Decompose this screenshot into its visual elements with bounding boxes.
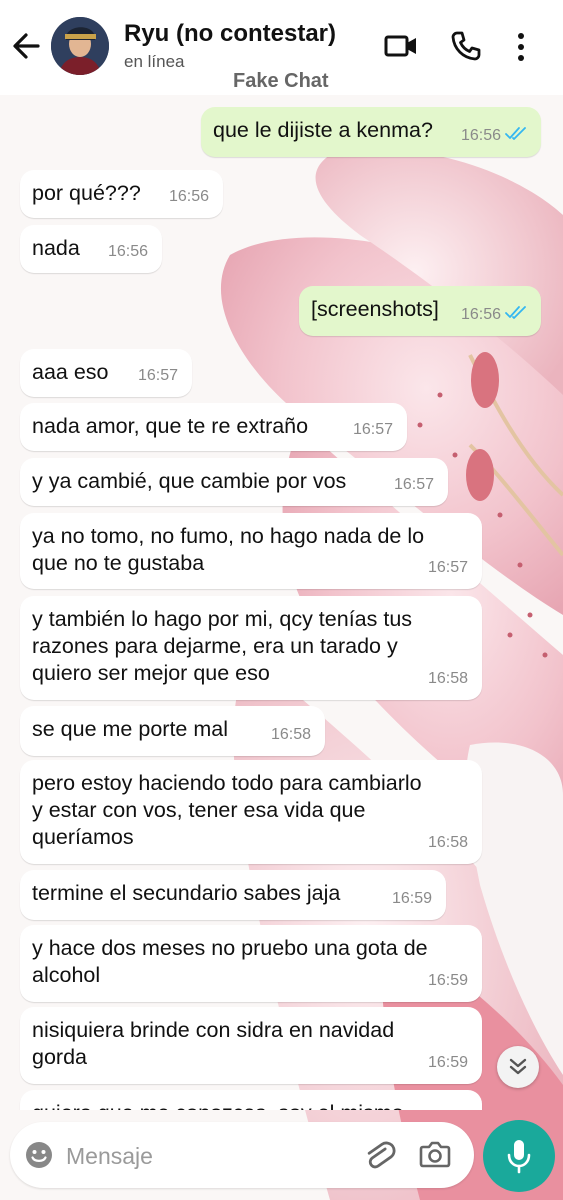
message-time: 16:57 bbox=[393, 476, 434, 493]
message-time: 16:57 bbox=[137, 367, 178, 384]
incoming-message[interactable]: aaa eso 16:57 bbox=[20, 349, 192, 397]
emoji-icon[interactable] bbox=[24, 1140, 54, 1175]
mic-icon bbox=[507, 1140, 531, 1174]
contact-avatar[interactable] bbox=[51, 17, 109, 75]
message-text: quiero que me conozcas, soy el mismo bbox=[32, 1100, 470, 1110]
video-call-icon[interactable] bbox=[384, 30, 418, 67]
phone-icon[interactable] bbox=[450, 30, 482, 67]
incoming-message[interactable]: quiero que me conozcas, soy el mismo bbox=[20, 1090, 482, 1110]
message-time: 16:56 bbox=[460, 305, 501, 323]
message-time: 16:56 bbox=[107, 243, 148, 260]
read-ticks-icon bbox=[505, 301, 527, 328]
incoming-message[interactable]: por qué??? 16:56 bbox=[20, 170, 223, 218]
incoming-message[interactable]: se que me porte mal 16:58 bbox=[20, 706, 325, 756]
incoming-message[interactable]: nada 16:56 bbox=[20, 225, 162, 273]
message-input[interactable]: Mensaje bbox=[10, 1122, 474, 1188]
attach-icon[interactable] bbox=[362, 1138, 396, 1177]
mic-button[interactable] bbox=[483, 1120, 555, 1192]
double-chevron-down-icon bbox=[509, 1058, 527, 1075]
message-text: nada amor, que te re extraño bbox=[32, 414, 309, 438]
more-vert-icon[interactable] bbox=[516, 32, 526, 67]
message-text: pero estoy haciendo todo para cambiarlo … bbox=[32, 771, 422, 849]
incoming-message[interactable]: termine el secundario sabes jaja 16:59 bbox=[20, 870, 446, 920]
chat-header: Ryu (no contestar) en línea Fake Chat bbox=[0, 0, 563, 95]
message-placeholder: Mensaje bbox=[66, 1143, 153, 1169]
outgoing-message[interactable]: que le dijiste a kenma? 16:56 bbox=[201, 107, 541, 157]
message-time: 16:56 bbox=[168, 188, 209, 205]
incoming-message[interactable]: y también lo hago por mi, qcy tenías tus… bbox=[20, 596, 482, 700]
message-time: 16:57 bbox=[427, 559, 468, 576]
message-composer: Mensaje bbox=[0, 1110, 563, 1200]
message-text: nisiquiera brinde con sidra en navidad g… bbox=[32, 1018, 395, 1069]
app-label: Fake Chat bbox=[233, 70, 329, 92]
contact-status: en línea bbox=[124, 52, 185, 71]
message-time: 16:59 bbox=[427, 1054, 468, 1071]
message-time: 16:57 bbox=[352, 421, 393, 438]
message-time: 16:58 bbox=[427, 834, 468, 851]
message-text: termine el secundario sabes jaja bbox=[32, 881, 341, 905]
incoming-message[interactable]: y hace dos meses no pruebo una gota de a… bbox=[20, 925, 482, 1002]
incoming-message[interactable]: pero estoy haciendo todo para cambiarlo … bbox=[20, 760, 482, 864]
message-time: 16:56 bbox=[460, 126, 501, 144]
incoming-message[interactable]: nada amor, que te re extraño 16:57 bbox=[20, 403, 407, 451]
message-meta: 16:56 bbox=[461, 301, 527, 328]
incoming-message[interactable]: y ya cambié, que cambie por vos 16:57 bbox=[20, 458, 448, 506]
message-text: y también lo hago por mi, qcy tenías tus… bbox=[32, 607, 413, 685]
message-time: 16:59 bbox=[391, 890, 432, 907]
message-text: y ya cambié, que cambie por vos bbox=[32, 469, 347, 493]
message-list[interactable]: que le dijiste a kenma? 16:56 por qué???… bbox=[0, 95, 563, 1110]
incoming-message[interactable]: ya no tomo, no fumo, no hago nada de lo … bbox=[20, 513, 482, 589]
camera-icon[interactable] bbox=[419, 1139, 451, 1174]
outgoing-message[interactable]: [screenshots] 16:56 bbox=[299, 286, 541, 336]
contact-name[interactable]: Ryu (no contestar) bbox=[124, 20, 336, 48]
scroll-to-bottom-button[interactable] bbox=[497, 1046, 539, 1088]
message-text: y hace dos meses no pruebo una gota de a… bbox=[32, 936, 428, 987]
message-time: 16:58 bbox=[270, 726, 311, 743]
message-text: ya no tomo, no fumo, no hago nada de lo … bbox=[32, 524, 425, 575]
message-time: 16:58 bbox=[427, 670, 468, 687]
incoming-message[interactable]: nisiquiera brinde con sidra en navidad g… bbox=[20, 1007, 482, 1084]
back-arrow-icon[interactable] bbox=[10, 28, 42, 64]
message-time: 16:59 bbox=[427, 972, 468, 989]
read-ticks-icon bbox=[505, 122, 527, 149]
message-meta: 16:56 bbox=[461, 122, 527, 149]
